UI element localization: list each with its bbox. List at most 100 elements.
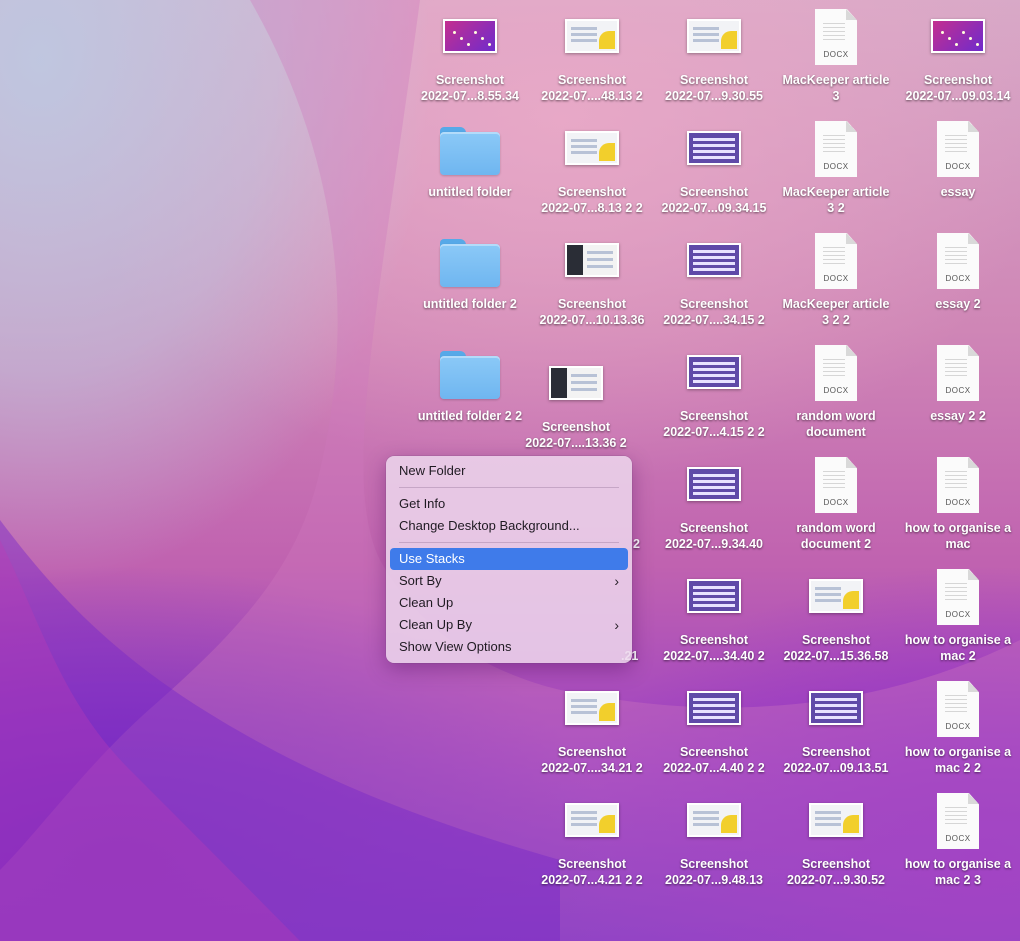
file-name-line-2: 2022-07...9.34.40 <box>665 537 763 551</box>
file-name-label: Screenshot 2022-07...09.13.51 <box>784 744 889 776</box>
desktop-screenshot-file[interactable]: Screenshot 2022-07....34.21 2 <box>532 676 652 776</box>
desktop-document[interactable]: DOCX MacKeeper article 3 <box>776 4 896 104</box>
screenshot-thumbnail-icon <box>786 564 886 628</box>
file-name-label: Screenshot 2022-07...4.15 2 2 <box>663 408 764 440</box>
file-name-label: Screenshot 2022-07...9.30.55 <box>665 72 763 104</box>
file-name-label: random word document 2 <box>796 520 875 552</box>
file-name-line-1: Screenshot <box>801 633 871 647</box>
desktop-screenshot-file[interactable]: Screenshot 2022-07....13.36 2 <box>516 351 636 451</box>
screenshot-thumbnail-icon <box>420 4 520 68</box>
file-name-label: Screenshot 2022-07...09.34.15 <box>662 184 767 216</box>
file-name-line-1: MacKeeper article <box>782 73 890 87</box>
file-name-line-1: Screenshot <box>801 745 871 759</box>
desktop-document[interactable]: DOCX random word document 2 <box>776 452 896 552</box>
desktop-screenshot-file[interactable]: Screenshot 2022-07...8.13 2 2 <box>532 116 652 216</box>
file-name-line-2: document 2 <box>800 537 872 551</box>
screenshot-thumbnail-icon <box>786 676 886 740</box>
desktop-document[interactable]: DOCX how to organise a mac 2 2 <box>898 676 1018 776</box>
file-name-line-2: 2022-07...09.03.14 <box>905 89 1011 103</box>
file-name-label: Screenshot 2022-07...4.40 2 2 <box>663 744 764 776</box>
screenshot-thumbnail-icon <box>542 4 642 68</box>
desktop-screenshot-file[interactable]: Screenshot 2022-07...4.40 2 2 <box>654 676 774 776</box>
menu-item-get-info[interactable]: Get Info <box>390 493 628 515</box>
file-name-line-1: Screenshot <box>923 73 993 87</box>
desktop-screenshot-file[interactable]: Screenshot 2022-07....34.15 2 <box>654 228 774 328</box>
file-name-line-1: how to organise a <box>904 521 1012 535</box>
file-name-line-1: Screenshot <box>679 409 749 423</box>
file-name-line-1: Screenshot <box>541 420 611 434</box>
file-name-line-1: MacKeeper article <box>782 297 890 311</box>
menu-item-show-view-options[interactable]: Show View Options <box>390 636 628 658</box>
file-name-label: Screenshot 2022-07....34.21 2 <box>541 744 642 776</box>
menu-item-change-desktop-background[interactable]: Change Desktop Background... <box>390 515 628 537</box>
desktop-screenshot-file[interactable]: Screenshot 2022-07...09.13.51 <box>776 676 896 776</box>
desktop-screenshot-file[interactable]: Screenshot 2022-07...9.30.52 <box>776 788 896 888</box>
desktop-screenshot-file[interactable]: Screenshot 2022-07...15.36.58 <box>776 564 896 664</box>
screenshot-thumbnail-icon <box>526 351 626 415</box>
desktop-screenshot-file[interactable]: Screenshot 2022-07....48.13 2 <box>532 4 652 104</box>
desktop[interactable]: Screenshot 2022-07...8.55.34 Screenshot 202… <box>0 0 1020 941</box>
screenshot-thumbnail-icon <box>664 452 764 516</box>
file-name-line-2: 2022-07...10.13.36 <box>539 313 645 327</box>
desktop-document[interactable]: DOCX how to organise a mac <box>898 452 1018 552</box>
file-name-line-1: Screenshot <box>679 73 749 87</box>
file-name-label: how to organise a mac 2 2 <box>905 744 1011 776</box>
screenshot-thumbnail-icon <box>664 116 764 180</box>
menu-item-clean-up-by[interactable]: Clean Up By › <box>390 614 628 636</box>
desktop-screenshot-file[interactable]: Screenshot 2022-07...9.34.40 <box>654 452 774 552</box>
screenshot-thumbnail-icon <box>786 788 886 852</box>
screenshot-thumbnail-icon <box>542 228 642 292</box>
desktop-screenshot-file[interactable]: Screenshot 2022-07...4.15 2 2 <box>654 340 774 440</box>
desktop-folder[interactable]: untitled folder <box>410 116 530 200</box>
desktop-screenshot-file[interactable]: Screenshot 2022-07...09.34.15 <box>654 116 774 216</box>
desktop-document[interactable]: DOCX how to organise a mac 2 <box>898 564 1018 664</box>
file-name-line-1: random word <box>796 521 876 535</box>
file-name-line-2: 2022-07....34.15 2 <box>663 313 765 327</box>
file-name-line-1: Screenshot <box>557 745 627 759</box>
file-extension-label: DOCX <box>823 386 849 395</box>
file-name-line-1: random word <box>796 409 876 423</box>
chevron-right-icon: › <box>614 573 619 589</box>
file-extension-label: DOCX <box>945 274 971 283</box>
file-name-line-2: 2022-07...9.30.52 <box>787 873 885 887</box>
file-name-label: MacKeeper article 3 2 2 <box>782 296 889 328</box>
desktop-screenshot-file[interactable]: Screenshot 2022-07...09.03.14 <box>898 4 1018 104</box>
file-name-line-1: how to organise a <box>904 745 1012 759</box>
desktop-document[interactable]: DOCX MacKeeper article 3 2 <box>776 116 896 216</box>
desktop-document[interactable]: DOCX MacKeeper article 3 2 2 <box>776 228 896 328</box>
file-name-line-2: mac <box>945 537 971 551</box>
desktop-folder[interactable]: untitled folder 2 <box>410 228 530 312</box>
file-extension-label: DOCX <box>823 498 849 507</box>
file-name-label: untitled folder 2 <box>423 296 517 312</box>
file-name-label: Screenshot 2022-07...9.34.40 <box>665 520 763 552</box>
file-name-line-2: 2022-07....34.40 2 <box>663 649 765 663</box>
screenshot-thumbnail-icon <box>664 340 764 404</box>
file-extension-label: DOCX <box>823 274 849 283</box>
menu-item-clean-up[interactable]: Clean Up <box>390 592 628 614</box>
desktop-document[interactable]: DOCX random word document <box>776 340 896 440</box>
desktop-document[interactable]: DOCX essay <box>898 116 1018 200</box>
file-name-line-1: essay <box>940 185 976 199</box>
docx-file-icon: DOCX <box>786 340 886 404</box>
menu-item-new-folder[interactable]: New Folder <box>390 460 628 482</box>
file-extension-label: DOCX <box>823 162 849 171</box>
file-name-line-1: Screenshot <box>679 185 749 199</box>
desktop-screenshot-file[interactable]: Screenshot 2022-07...9.30.55 <box>654 4 774 104</box>
file-name-line-2: document <box>806 425 866 439</box>
desktop-document[interactable]: DOCX essay 2 <box>898 228 1018 312</box>
desktop-screenshot-file[interactable]: Screenshot 2022-07...10.13.36 <box>532 228 652 328</box>
desktop-screenshot-file[interactable]: Screenshot 2022-07....34.40 2 <box>654 564 774 664</box>
menu-item-use-stacks[interactable]: Use Stacks <box>390 548 628 570</box>
desktop-document[interactable]: DOCX essay 2 2 <box>898 340 1018 424</box>
desktop-folder[interactable]: untitled folder 2 2 <box>410 340 530 424</box>
desktop-screenshot-file[interactable]: Screenshot 2022-07...8.55.34 <box>410 4 530 104</box>
file-name-label: essay 2 <box>935 296 980 312</box>
menu-separator <box>399 487 619 488</box>
desktop-document[interactable]: DOCX how to organise a mac 2 3 <box>898 788 1018 888</box>
docx-file-icon: DOCX <box>908 452 1008 516</box>
desktop-screenshot-file[interactable]: Screenshot 2022-07...9.48.13 <box>654 788 774 888</box>
file-name-line-1: Screenshot <box>557 73 627 87</box>
file-name-label: essay 2 2 <box>930 408 986 424</box>
menu-item-sort-by[interactable]: Sort By › <box>390 570 628 592</box>
desktop-screenshot-file[interactable]: Screenshot 2022-07...4.21 2 2 <box>532 788 652 888</box>
